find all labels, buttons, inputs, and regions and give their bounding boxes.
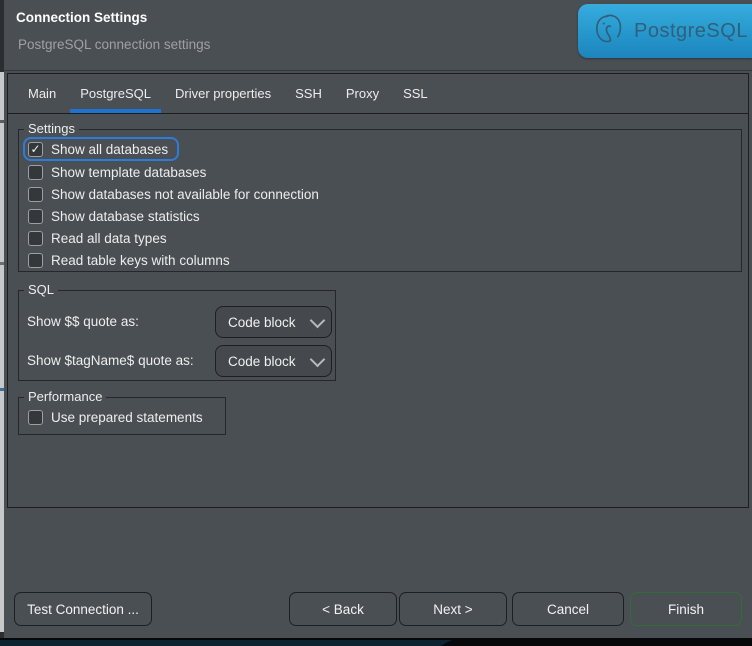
page-title: Connection Settings (16, 10, 147, 25)
checkbox-row-show-template-databases[interactable]: Show template databases (28, 161, 319, 183)
checkbox-label: Use prepared statements (51, 410, 203, 425)
tab-bar: Main PostgreSQL Driver properties SSH Pr… (8, 74, 748, 114)
performance-checkbox-list: Use prepared statements (28, 406, 203, 428)
checkbox-label: Read all data types (51, 231, 167, 246)
checkbox-row-show-databases-not-available[interactable]: Show databases not available for connect… (28, 183, 319, 205)
tab-label: Proxy (346, 86, 379, 101)
postgresql-elephant-icon (592, 13, 626, 49)
tab-postgresql[interactable]: PostgreSQL (68, 74, 163, 113)
checkbox-icon[interactable] (28, 165, 43, 180)
checkbox-checked-icon[interactable] (28, 142, 43, 157)
postgresql-logo: PostgreSQL (578, 4, 752, 58)
tab-label: SSL (403, 86, 428, 101)
tab-ssl[interactable]: SSL (391, 74, 440, 113)
performance-group-label: Performance (24, 389, 106, 404)
checkbox-row-read-all-data-types[interactable]: Read all data types (28, 227, 319, 249)
back-button[interactable]: < Back (289, 592, 397, 626)
header-divider (4, 70, 752, 71)
settings-checkbox-list: Show all databases Show template databas… (28, 137, 319, 271)
checkbox-label: Show database statistics (51, 209, 200, 224)
tab-label: SSH (295, 86, 322, 101)
checkbox-icon[interactable] (28, 231, 43, 246)
checkbox-label: Show all databases (51, 142, 168, 157)
settings-group: Settings Show all databases Show templat… (18, 129, 742, 272)
dollar-quote-select[interactable]: Code block (215, 306, 332, 338)
tab-proxy[interactable]: Proxy (334, 74, 391, 113)
tab-label: Main (28, 86, 56, 101)
chevron-down-icon (310, 312, 326, 328)
settings-group-label: Settings (24, 121, 79, 136)
tab-folder: Main PostgreSQL Driver properties SSH Pr… (7, 73, 749, 508)
next-button[interactable]: Next > (399, 592, 507, 626)
checkbox-row-read-table-keys[interactable]: Read table keys with columns (28, 249, 319, 271)
tagname-quote-label: Show $tagName$ quote as: (27, 353, 194, 368)
page-subtitle: PostgreSQL connection settings (18, 37, 210, 52)
tagname-quote-value: Code block (228, 354, 312, 369)
tagname-quote-select[interactable]: Code block (215, 345, 332, 377)
dollar-quote-value: Code block (228, 315, 312, 330)
sql-group-label: SQL (24, 282, 58, 297)
checkbox-row-show-database-statistics[interactable]: Show database statistics (28, 205, 319, 227)
finish-button[interactable]: Finish (630, 592, 742, 626)
checkbox-label: Read table keys with columns (51, 253, 230, 268)
checkbox-icon[interactable] (28, 187, 43, 202)
tab-main[interactable]: Main (16, 74, 68, 113)
checkbox-label: Show databases not available for connect… (51, 187, 319, 202)
chevron-down-icon (310, 351, 326, 367)
performance-group: Performance Use prepared statements (18, 397, 226, 435)
tab-driver-properties[interactable]: Driver properties (163, 74, 283, 113)
checkbox-label: Show template databases (51, 165, 206, 180)
postgresql-wordmark: PostgreSQL (634, 20, 748, 43)
checkbox-row-show-all-databases[interactable]: Show all databases (23, 137, 179, 161)
test-connection-button[interactable]: Test Connection ... (14, 592, 152, 626)
sql-group: SQL Show $$ quote as: Code block Show $t… (18, 290, 336, 381)
checkbox-icon[interactable] (28, 209, 43, 224)
checkbox-icon[interactable] (28, 253, 43, 268)
tab-ssh[interactable]: SSH (283, 74, 334, 113)
dollar-quote-label: Show $$ quote as: (27, 314, 139, 329)
backdrop-bottom-strip-teal (0, 640, 452, 646)
cancel-button[interactable]: Cancel (512, 592, 624, 626)
connection-settings-dialog: Connection Settings PostgreSQL connectio… (4, 0, 752, 638)
checkbox-row-use-prepared-statements[interactable]: Use prepared statements (28, 406, 203, 428)
checkbox-icon[interactable] (28, 410, 43, 425)
tab-label: Driver properties (175, 86, 271, 101)
tab-label: PostgreSQL (80, 86, 151, 101)
